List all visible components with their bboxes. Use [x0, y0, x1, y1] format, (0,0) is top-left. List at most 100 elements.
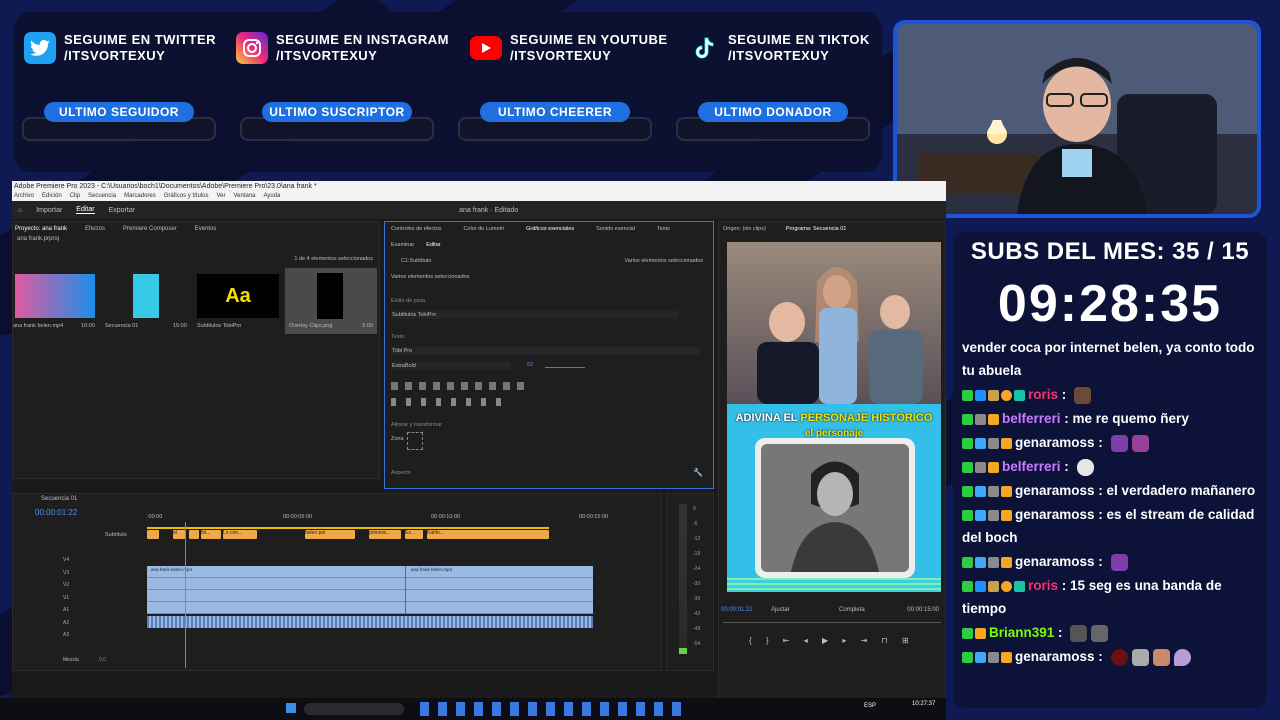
track-style-select[interactable]: Subtitulos TobiPro — [391, 311, 679, 319]
caption-clip[interactable]: fol... — [201, 530, 221, 539]
emote-icon — [1074, 386, 1092, 404]
chat-message: genaramoss : es el stream de calidad del… — [962, 507, 1255, 545]
k-badge-icon — [962, 651, 973, 663]
emote-icon — [1110, 434, 1128, 452]
bin-thumb-video[interactable] — [15, 274, 95, 318]
crown-badge-icon — [988, 461, 999, 473]
project-panel: Proyecto: ana frank Efectos Premiere Com… — [12, 221, 380, 479]
menu-item[interactable]: Secuencia — [88, 192, 116, 201]
tab-lumetri[interactable]: Color de Lumetri — [463, 226, 504, 232]
caption-clip[interactable]: el — [173, 530, 185, 539]
chat-message: genaramoss : — [962, 645, 1262, 668]
audio-track[interactable] — [147, 616, 593, 628]
program-monitor: Origen: (sin clips) Programa: Secuencia … — [718, 221, 946, 709]
zone-label: Zona — [391, 436, 404, 442]
chat-message: genaramoss : — [962, 431, 1262, 454]
align-section-label: Alinear y transformar — [391, 422, 443, 428]
menu-item[interactable]: Edición — [42, 192, 62, 201]
bin-thumb-sequence[interactable] — [133, 274, 159, 318]
caption-clip[interactable]: Es... — [405, 530, 423, 539]
prime-badge-icon — [975, 580, 986, 592]
font-size-slider[interactable] — [545, 367, 585, 368]
emote-icon — [1070, 624, 1088, 642]
caption-clip[interactable]: Lo con... — [223, 530, 257, 539]
track-label: A3 — [63, 632, 70, 638]
playhead[interactable] — [185, 522, 186, 668]
grid-badge-icon — [1014, 580, 1025, 592]
caption-clip[interactable]: primera... — [369, 530, 401, 539]
font-size-value[interactable]: 62 — [527, 362, 533, 368]
tab-sonido[interactable]: Sonido esencial — [596, 226, 635, 232]
meter-tick: 0 — [693, 506, 696, 512]
emote-icon — [1152, 648, 1170, 666]
wrench-icon[interactable]: 🔧 — [693, 468, 703, 477]
work-area-bar[interactable] — [147, 527, 549, 529]
tab-texto[interactable]: Texto — [657, 226, 670, 232]
chat-message: genaramoss : — [962, 550, 1262, 573]
sequence-tab[interactable]: Secuencia 01 — [41, 496, 77, 502]
zone-grid[interactable] — [407, 432, 423, 450]
caption-clip[interactable] — [189, 530, 199, 539]
menu-item[interactable]: Ventana — [233, 192, 255, 201]
chat-user: Briann391 — [989, 625, 1055, 640]
tab-efectos[interactable]: Efectos — [85, 226, 105, 232]
home-icon[interactable]: ⌂ — [18, 207, 22, 214]
video-clip-label: ana frank belen.mp4 — [411, 567, 453, 572]
meter-tick: -48 — [693, 626, 701, 632]
social-instagram: SEGUIME EN INSTAGRAM/ITSVORTEXUY — [236, 32, 449, 64]
subs-goal: SUBS DEL MES: 35 / 15 — [970, 238, 1250, 265]
style-buttons[interactable] — [391, 398, 511, 406]
taskbar-search[interactable] — [304, 703, 404, 715]
emote-icon — [1131, 434, 1149, 452]
tab-graficos-esenciales[interactable]: Gráficos esenciales — [526, 226, 574, 232]
alert-label-cheerer: ULTIMO CHEERER — [480, 102, 630, 122]
menu-item[interactable]: Ayuda — [264, 192, 281, 201]
transport-controls[interactable]: { } ⇤ ◂ ▶ ▸ ⇥ ⊓ ⊞ — [749, 636, 915, 645]
tab-origen[interactable]: Origen: (sin clips) — [723, 226, 766, 232]
chat-message: roris : — [962, 383, 1262, 406]
timeline-timecode[interactable]: 00:00:01:22 — [35, 508, 77, 517]
tab-programa[interactable]: Programa: Secuencia 01 — [786, 226, 847, 232]
social-twitter-line1: SEGUIME EN TWITTER — [64, 32, 216, 47]
ruler-tick: :00:00 — [147, 514, 163, 520]
menu-item[interactable]: Ver — [216, 192, 225, 201]
social-instagram-line2: /ITSVORTEXUY — [276, 48, 378, 63]
tab-premiere-composer[interactable]: Premiere Composer — [123, 226, 177, 232]
font-select[interactable]: Tobi Pro — [391, 347, 701, 355]
quality-select[interactable]: Completa — [839, 607, 865, 613]
video-frame-top — [727, 242, 941, 404]
tab-eventos[interactable]: Eventos — [195, 226, 217, 232]
tab-exportar[interactable]: Exportar — [109, 207, 135, 214]
tab-editar-egp[interactable]: Editar — [426, 242, 440, 248]
social-youtube: SEGUIME EN YOUTUBE/ITSVORTEXUY — [470, 32, 668, 64]
caption-clip[interactable] — [147, 530, 159, 539]
tab-importar[interactable]: Importar — [36, 207, 62, 214]
program-timecode[interactable]: 00:00:01:22 — [721, 607, 753, 613]
windows-start-icon[interactable] — [286, 703, 296, 713]
program-scrubber[interactable] — [723, 622, 941, 623]
caption-clip[interactable]: belen por — [305, 530, 355, 539]
font-weight-select[interactable]: ExtraBold — [391, 362, 511, 370]
bin-selected[interactable]: Overlay Clips.png 5:00 — [285, 268, 377, 334]
tab-examinar[interactable]: Examinar — [391, 242, 414, 248]
tab-editar[interactable]: Editar — [76, 206, 95, 214]
video-tracks[interactable] — [147, 566, 593, 614]
tab-proyecto[interactable]: Proyecto: ana frank — [15, 226, 67, 232]
chat-list: vender coca por internet belen, ya conto… — [962, 336, 1262, 669]
menu-item[interactable]: Archivo — [14, 192, 34, 201]
align-buttons[interactable] — [391, 382, 531, 390]
caption-clip[interactable]: Kahlo... — [427, 530, 549, 539]
tab-effect-controls[interactable]: Controles de efectos — [391, 226, 441, 232]
fit-select[interactable]: Ajustar — [771, 607, 790, 613]
bin-name: ana frank belen.mp4 — [13, 323, 64, 329]
twitter-icon — [24, 32, 56, 64]
menu-item[interactable]: Marcadores — [124, 192, 156, 201]
menu-item[interactable]: Clip — [70, 192, 80, 201]
bits-badge-icon — [1001, 389, 1012, 401]
portrait-frame — [755, 438, 915, 578]
mix-value[interactable]: 0,0 — [99, 657, 106, 663]
menu-item[interactable]: Gráficos y títulos — [164, 192, 209, 201]
meter-scale: 0 -6 -12 -18 -24 -30 -36 -42 -48 -54 — [693, 502, 700, 652]
taskbar-app-icons[interactable] — [420, 702, 690, 716]
bin-thumb-captions[interactable]: Aa — [197, 274, 279, 318]
